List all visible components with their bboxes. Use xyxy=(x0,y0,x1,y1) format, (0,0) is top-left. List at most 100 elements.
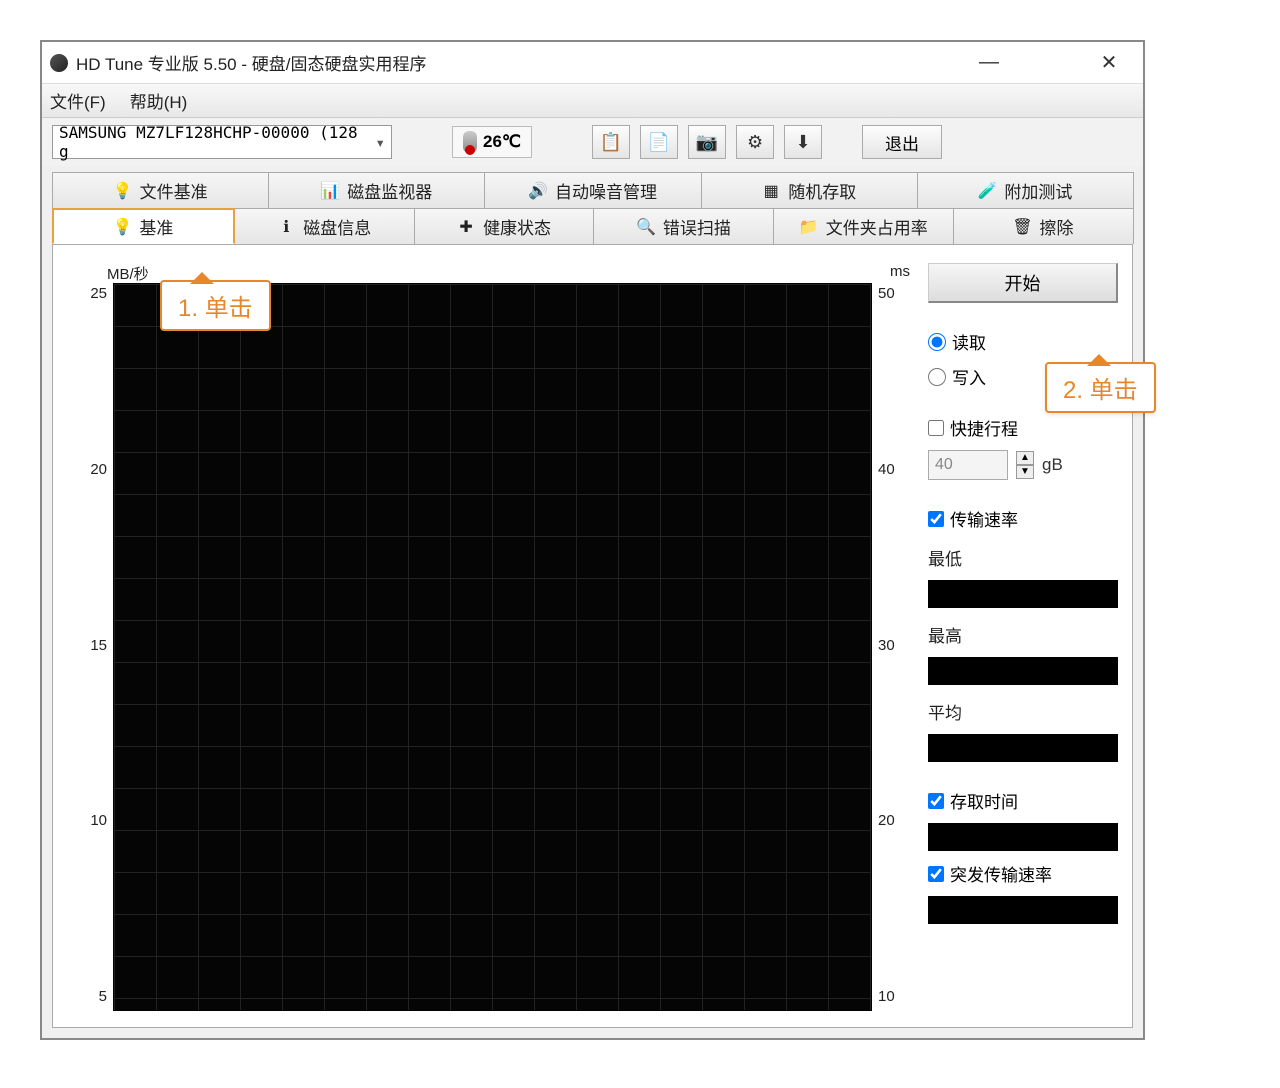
close-button[interactable]: ✕ xyxy=(1091,49,1127,77)
gear-icon: ⚙ xyxy=(747,132,763,153)
tab-random-access[interactable]: ▦ 随机存取 xyxy=(701,172,918,208)
clipboard-icon: 📄 xyxy=(648,132,670,153)
search-icon: 🔍 xyxy=(637,218,655,236)
y-tick: 5 xyxy=(99,988,107,1005)
bulb-icon: 💡 xyxy=(114,182,132,200)
download-icon: ⬇ xyxy=(795,132,810,153)
tab-label: 错误扫描 xyxy=(663,214,731,239)
spinner-up[interactable]: ▲ xyxy=(1016,451,1034,465)
folder-icon: 📁 xyxy=(800,218,818,236)
burst-rate-value xyxy=(928,896,1118,924)
tab-label: 附加测试 xyxy=(1004,178,1072,203)
transfer-rate-label: 传输速率 xyxy=(950,506,1018,531)
transfer-rate-input[interactable] xyxy=(928,511,944,527)
tab-file-benchmark[interactable]: 💡 文件基准 xyxy=(52,172,269,208)
y-tick: 40 xyxy=(878,461,895,478)
callout-1: 1. 单击 xyxy=(160,280,271,331)
dots-icon: ▦ xyxy=(762,182,780,200)
short-stroke-input[interactable] xyxy=(928,420,944,436)
spinner-down[interactable]: ▼ xyxy=(1016,465,1034,479)
drive-select[interactable]: SAMSUNG MZ7LF128HCHP-00000 (128 g xyxy=(52,125,392,159)
options-button[interactable]: ⚙ xyxy=(736,125,774,159)
access-time-checkbox[interactable]: 存取时间 xyxy=(928,788,1118,813)
tab-erase[interactable]: 🗑 擦除 xyxy=(953,208,1134,244)
window-title: HD Tune 专业版 5.50 - 硬盘/固态硬盘实用程序 xyxy=(76,50,971,75)
maximize-button[interactable] xyxy=(1031,49,1067,77)
avg-label: 平均 xyxy=(928,699,1118,724)
exit-button[interactable]: 退出 xyxy=(862,125,942,159)
burst-rate-input[interactable] xyxy=(928,866,944,882)
tab-label: 擦除 xyxy=(1040,214,1074,239)
benchmark-panel: MB/秒 25 20 15 10 5 ms 50 40 30 20 10 xyxy=(52,244,1133,1028)
y-left-unit: MB/秒 xyxy=(107,263,149,284)
tab-health[interactable]: ✚ 健康状态 xyxy=(414,208,595,244)
write-label: 写入 xyxy=(952,364,986,389)
gauge-icon: 🧪 xyxy=(978,182,996,200)
menu-file[interactable]: 文件(F) xyxy=(50,88,106,113)
short-stroke-label: 快捷行程 xyxy=(950,415,1018,440)
screenshot-button[interactable]: 📷 xyxy=(688,125,726,159)
tab-disk-monitor[interactable]: 📊 磁盘监视器 xyxy=(268,172,485,208)
copy-screenshot-button[interactable]: 📄 xyxy=(640,125,678,159)
tab-label: 随机存取 xyxy=(788,178,856,203)
temperature-display: 26℃ xyxy=(452,126,532,158)
chart-area: MB/秒 25 20 15 10 5 ms 50 40 30 20 10 xyxy=(67,257,914,1015)
avg-value xyxy=(928,734,1118,762)
read-label: 读取 xyxy=(952,329,986,354)
y-tick: 50 xyxy=(878,285,895,302)
tab-aam[interactable]: 🔊 自动噪音管理 xyxy=(484,172,701,208)
access-time-input[interactable] xyxy=(928,793,944,809)
short-stroke-checkbox[interactable]: 快捷行程 xyxy=(928,415,1118,440)
transfer-rate-checkbox[interactable]: 传输速率 xyxy=(928,506,1118,531)
toolbar: SAMSUNG MZ7LF128HCHP-00000 (128 g 26℃ 📋 … xyxy=(42,118,1143,166)
window-controls: — ✕ xyxy=(971,49,1135,77)
read-radio-input[interactable] xyxy=(928,333,946,351)
drive-select-text: SAMSUNG MZ7LF128HCHP-00000 (128 g xyxy=(59,123,367,161)
y-right-unit: ms xyxy=(890,263,910,280)
tab-error-scan[interactable]: 🔍 错误扫描 xyxy=(593,208,774,244)
min-value xyxy=(928,580,1118,608)
start-button[interactable]: 开始 xyxy=(928,263,1118,303)
speaker-icon: 🔊 xyxy=(529,182,547,200)
tab-label: 磁盘监视器 xyxy=(347,178,432,203)
temperature-value: 26℃ xyxy=(483,132,521,152)
benchmark-chart xyxy=(113,283,872,1011)
save-button[interactable]: ⬇ xyxy=(784,125,822,159)
app-window: HD Tune 专业版 5.50 - 硬盘/固态硬盘实用程序 — ✕ 文件(F)… xyxy=(40,40,1145,1040)
short-stroke-value[interactable] xyxy=(928,450,1008,480)
tab-folder-usage[interactable]: 📁文件夹占用率 xyxy=(773,208,954,244)
write-radio-input[interactable] xyxy=(928,368,946,386)
y-axis-right: ms 50 40 30 20 10 xyxy=(872,257,914,1015)
camera-icon: 📷 xyxy=(696,132,718,153)
burst-rate-checkbox[interactable]: 突发传输速率 xyxy=(928,861,1118,886)
tab-benchmark[interactable]: 💡 基准 xyxy=(52,208,235,244)
tabs-row-upper: 💡 文件基准 📊 磁盘监视器 🔊 自动噪音管理 ▦ 随机存取 🧪 附加测试 xyxy=(52,172,1133,208)
bulb-icon: 💡 xyxy=(113,218,131,236)
short-stroke-unit: gB xyxy=(1042,455,1063,475)
plus-icon: ✚ xyxy=(457,218,475,236)
minimize-button[interactable]: — xyxy=(971,49,1007,77)
max-value xyxy=(928,657,1118,685)
callout-2: 2. 单击 xyxy=(1045,362,1156,413)
min-label: 最低 xyxy=(928,545,1118,570)
menubar: 文件(F) 帮助(H) xyxy=(42,84,1143,118)
tab-label: 磁盘信息 xyxy=(303,214,371,239)
y-axis-left: MB/秒 25 20 15 10 5 xyxy=(67,257,113,1015)
copy-info-button[interactable]: 📋 xyxy=(592,125,630,159)
menu-help[interactable]: 帮助(H) xyxy=(130,88,188,113)
info-icon: ℹ xyxy=(277,218,295,236)
y-tick: 30 xyxy=(878,637,895,654)
tab-extra-tests[interactable]: 🧪 附加测试 xyxy=(917,172,1134,208)
copy-icon: 📋 xyxy=(600,132,622,153)
tab-label: 文件基准 xyxy=(140,178,208,203)
trash-icon: 🗑 xyxy=(1014,218,1032,236)
y-tick: 20 xyxy=(878,812,895,829)
tab-label: 健康状态 xyxy=(483,214,551,239)
tab-label: 自动噪音管理 xyxy=(555,178,657,203)
spinner-buttons: ▲ ▼ xyxy=(1016,451,1034,479)
y-tick: 15 xyxy=(90,637,107,654)
tab-info[interactable]: ℹ 磁盘信息 xyxy=(234,208,415,244)
chart-icon: 📊 xyxy=(321,182,339,200)
tab-label: 基准 xyxy=(139,214,173,239)
y-tick: 25 xyxy=(90,285,107,302)
